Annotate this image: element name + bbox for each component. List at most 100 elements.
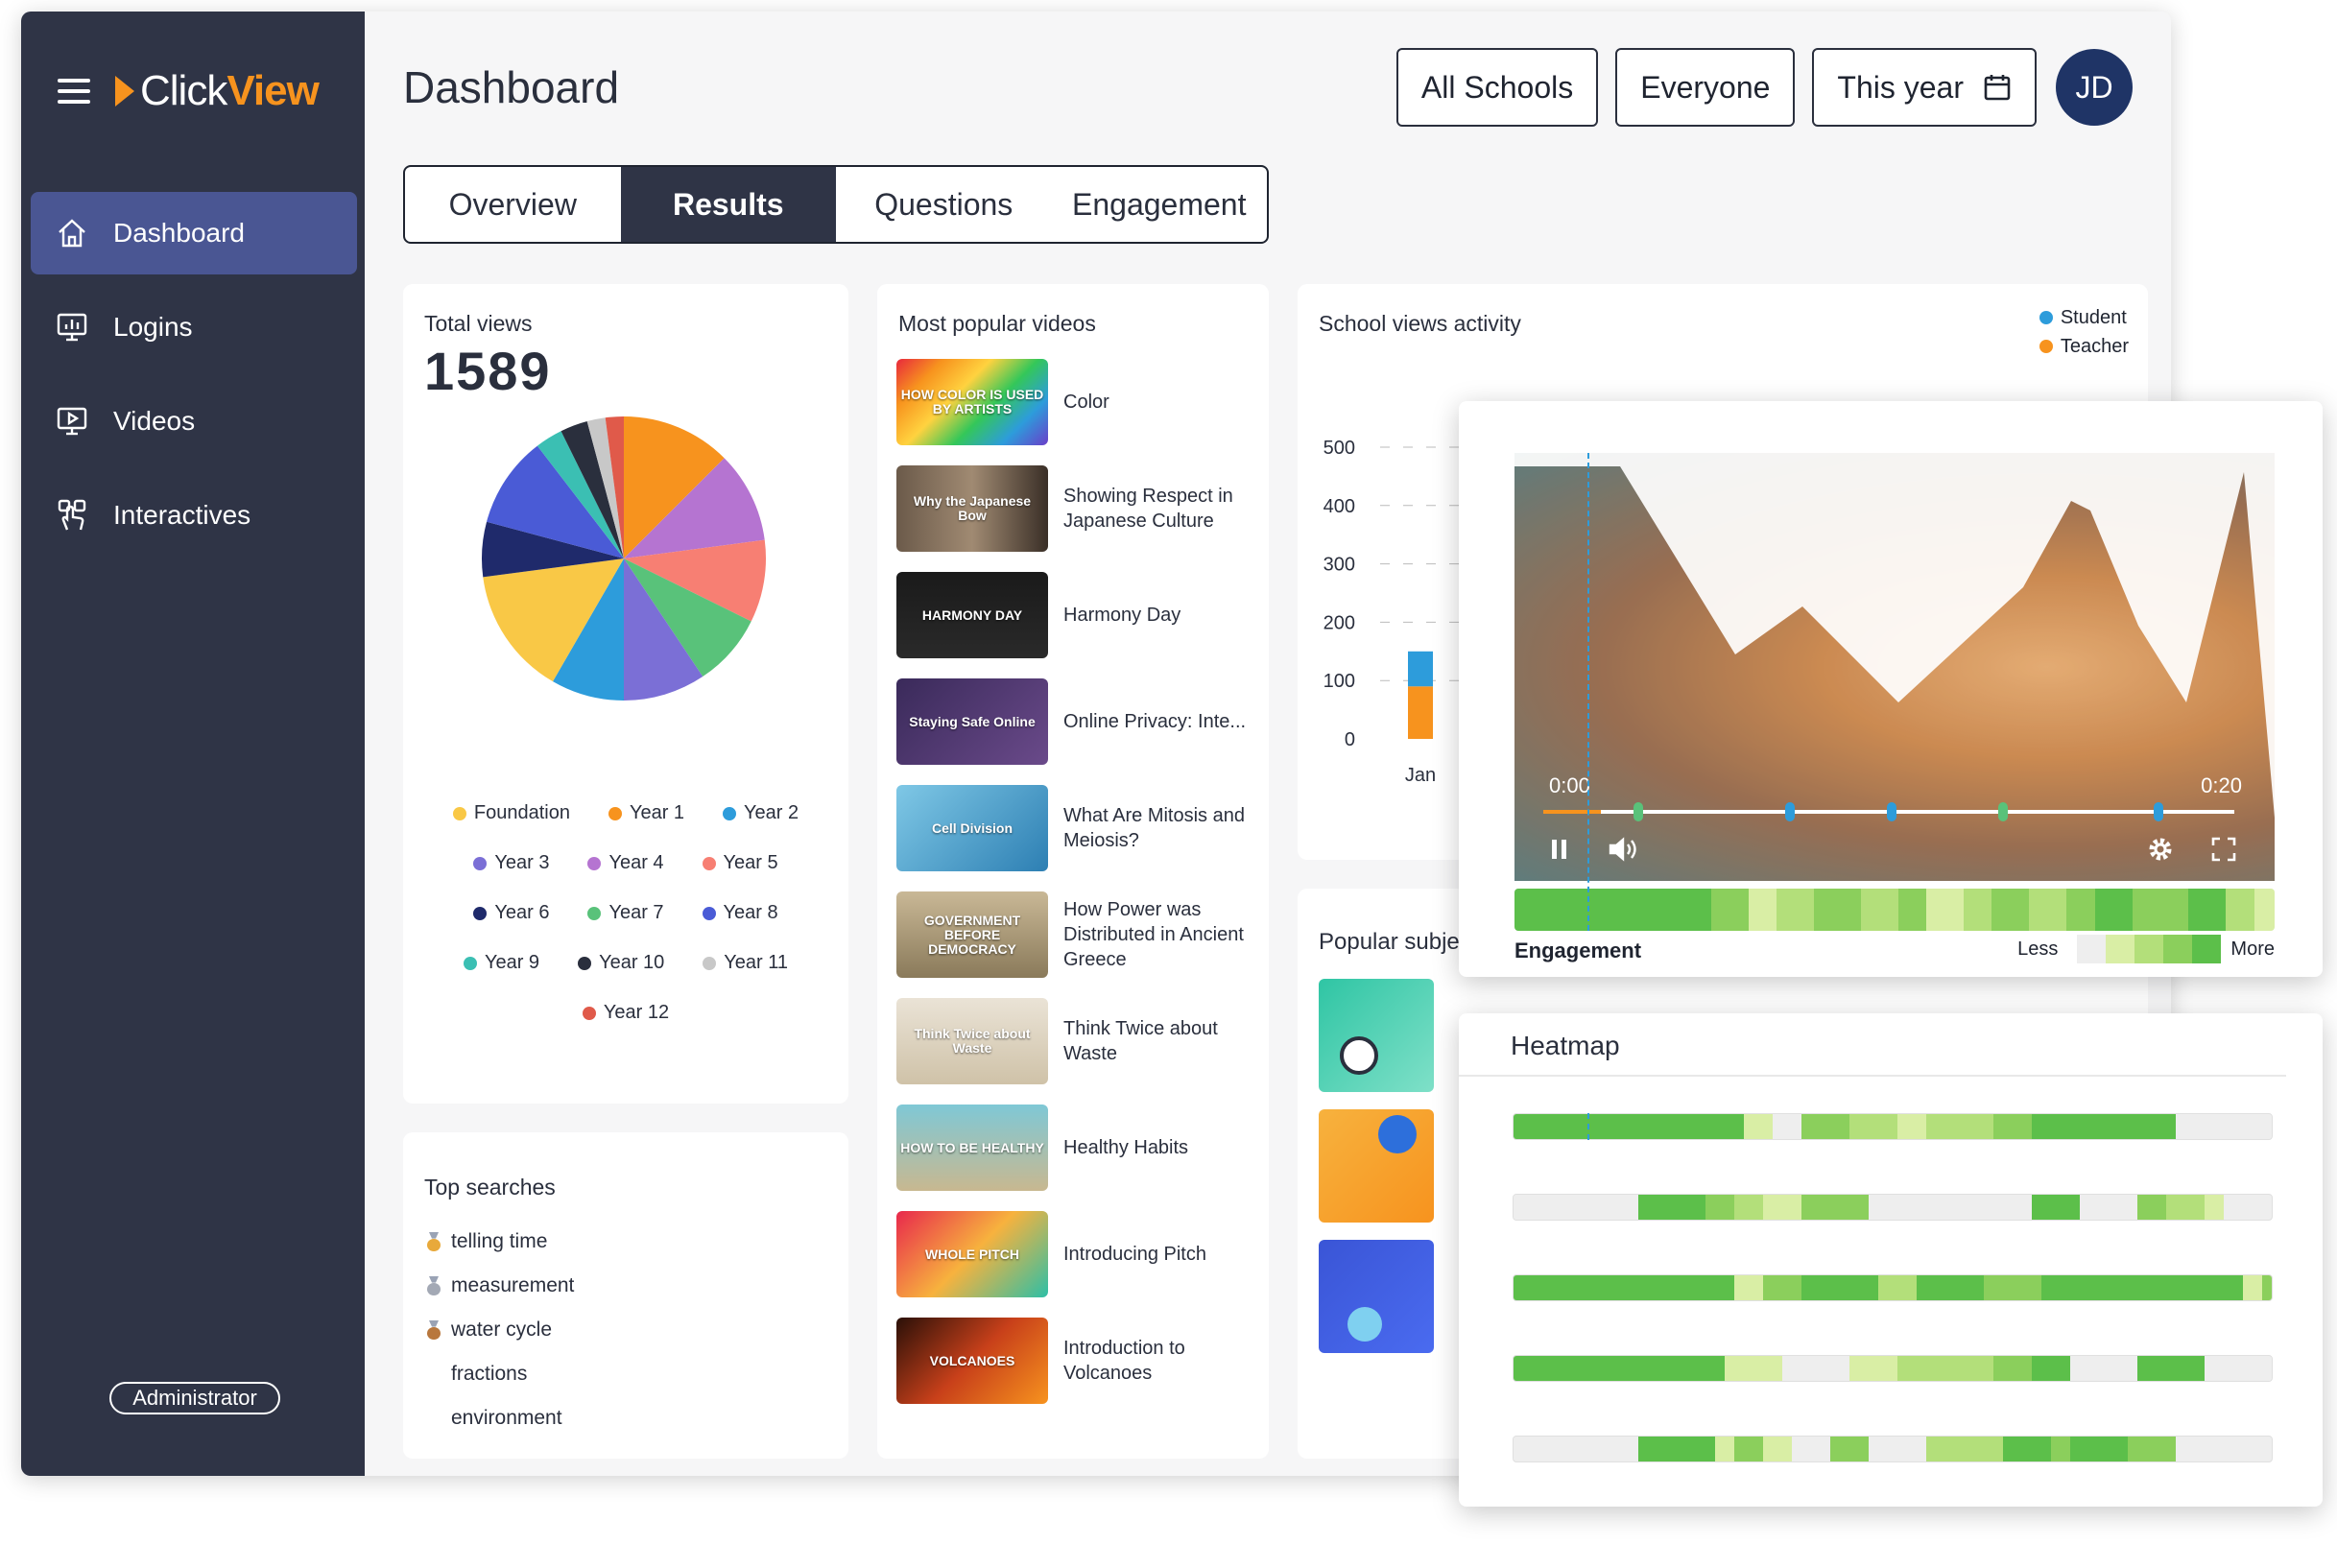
tab-results[interactable]: Results: [620, 167, 836, 242]
progress-marker[interactable]: [1785, 802, 1795, 821]
rocket-icon: [1347, 1307, 1382, 1342]
video-list-item[interactable]: HOW COLOR IS USED BY ARTISTS Color: [896, 359, 1255, 445]
heat-segment: [2051, 1437, 2070, 1461]
popular-videos-card: Most popular videos HOW COLOR IS USED BY…: [877, 284, 1269, 1459]
heatmap-row[interactable]: [1513, 1274, 2273, 1301]
video-thumbnail[interactable]: HOW COLOR IS USED BY ARTISTS: [896, 359, 1048, 445]
heat-segment: [1860, 889, 1898, 931]
video-list-item[interactable]: HARMONY DAY Harmony Day: [896, 572, 1255, 658]
heat-segment: [1849, 1356, 1897, 1381]
video-list-item[interactable]: HOW TO BE HEALTHY Healthy Habits: [896, 1105, 1255, 1191]
video-thumbnail[interactable]: GOVERNMENT BEFORE DEMOCRACY: [896, 891, 1048, 978]
card-title: Total views: [424, 311, 533, 336]
subject-tile[interactable]: [1319, 1109, 1434, 1223]
video-thumbnail[interactable]: Staying Safe Online: [896, 678, 1048, 765]
sidebar-item-videos[interactable]: Videos: [31, 380, 357, 463]
legend-label: Year 9: [484, 952, 540, 973]
heatmap-row[interactable]: [1513, 1436, 2273, 1462]
legend-dot: [463, 956, 477, 970]
school-filter-button[interactable]: All Schools: [1395, 48, 1599, 127]
heat-segment: [1763, 1195, 1801, 1220]
time-start: 0:00: [1549, 773, 1590, 797]
legend-row: Year 3 Year 4 Year 5: [403, 852, 848, 874]
heat-segment: [1926, 889, 1965, 931]
sidebar-item-interactives[interactable]: Interactives: [31, 474, 357, 557]
search-item[interactable]: water cycle: [426, 1319, 552, 1342]
heatmap-row[interactable]: [1513, 1113, 2273, 1140]
video-thumbnail[interactable]: HOW TO BE HEALTHY: [896, 1105, 1048, 1191]
sidebar-item-logins[interactable]: Logins: [31, 286, 357, 368]
thumbnail-caption: HARMONY DAY: [921, 606, 1023, 623]
engagement-bar: [1514, 889, 2275, 931]
legend-item: Year 9: [463, 952, 540, 974]
heat-segment: [1638, 1437, 1715, 1461]
progress-marker[interactable]: [1887, 802, 1896, 821]
video-thumbnail[interactable]: VOLCANOES: [896, 1318, 1048, 1404]
video-title: Color: [1063, 392, 1109, 413]
scale-swatch: [2077, 935, 2107, 963]
video-list-item[interactable]: GOVERNMENT BEFORE DEMOCRACY How Power was…: [896, 891, 1255, 978]
video-frame[interactable]: 0:00 0:20: [1514, 453, 2275, 881]
volume-icon[interactable]: [1609, 837, 1637, 862]
legend-teacher: Teacher: [2039, 332, 2129, 361]
sidebar-item-dashboard[interactable]: Dashboard: [31, 192, 357, 274]
settings-gear-icon[interactable]: [2146, 835, 2175, 864]
total-views-value: 1589: [424, 341, 552, 401]
avatar[interactable]: JD: [2056, 49, 2133, 126]
progress-marker[interactable]: [2154, 802, 2163, 821]
legend-dot: [473, 906, 488, 920]
video-thumbnail[interactable]: HARMONY DAY: [896, 572, 1048, 658]
search-item[interactable]: telling time: [426, 1230, 547, 1253]
legend-label: Teacher: [2060, 336, 2129, 357]
video-title: How Power was Distributed in Ancient Gre…: [1063, 899, 1244, 970]
heat-segment: [1638, 1195, 1705, 1220]
tab-engagement[interactable]: Engagement: [1052, 167, 1268, 242]
video-thumbnail[interactable]: Cell Division: [896, 785, 1048, 871]
heat-segment: [1917, 1275, 1984, 1300]
heatmap-row[interactable]: [1513, 1194, 2273, 1221]
legend-label: Year 7: [608, 902, 664, 923]
bar-teacher[interactable]: [1408, 686, 1433, 739]
heat-segment: [2132, 889, 2189, 931]
pause-icon[interactable]: [1551, 839, 1568, 860]
school-views-legend: Student Teacher: [2039, 303, 2129, 361]
logo-row: Click View: [58, 67, 320, 115]
logo-view-text: View: [227, 67, 319, 114]
legend-dot: [473, 856, 488, 870]
search-item[interactable]: fractions: [426, 1363, 527, 1386]
y-tick-label: 500: [1324, 438, 1355, 459]
y-tick-label: 300: [1324, 555, 1355, 576]
date-filter-button[interactable]: This year: [1812, 48, 2037, 127]
fullscreen-icon[interactable]: [2211, 837, 2236, 862]
progress-marker[interactable]: [1998, 802, 2008, 821]
less-label: Less: [2017, 938, 2059, 960]
legend-label: Year 1: [629, 802, 685, 823]
tab-questions[interactable]: Questions: [836, 167, 1052, 242]
video-list-item[interactable]: Why the Japanese Bow Showing Respect in J…: [896, 465, 1255, 552]
video-title: Introducing Pitch: [1063, 1244, 1206, 1265]
hamburger-menu-icon[interactable]: [58, 79, 90, 104]
subject-tile[interactable]: [1319, 979, 1434, 1092]
video-list-item[interactable]: Think Twice about Waste Think Twice about…: [896, 998, 1255, 1084]
search-item[interactable]: environment: [426, 1407, 562, 1430]
video-thumbnail[interactable]: Why the Japanese Bow: [896, 465, 1048, 552]
search-item[interactable]: measurement: [426, 1274, 574, 1297]
heat-segment: [1993, 1356, 2032, 1381]
subject-tile[interactable]: [1319, 1240, 1434, 1353]
video-list-item[interactable]: WHOLE PITCH Introducing Pitch: [896, 1211, 1255, 1297]
tab-overview[interactable]: Overview: [405, 167, 621, 242]
video-list-item[interactable]: Cell Division What Are Mitosis and Meiosi…: [896, 785, 1255, 871]
video-list-item[interactable]: VOLCANOES Introduction to Volcanoes: [896, 1318, 1255, 1404]
heatmap-row[interactable]: [1513, 1355, 2273, 1382]
legend-row: Year 9 Year 10 Year 11: [403, 952, 848, 974]
video-thumbnail[interactable]: WHOLE PITCH: [896, 1211, 1048, 1297]
video-thumbnail[interactable]: Think Twice about Waste: [896, 998, 1048, 1084]
video-list-item[interactable]: Staying Safe Online Online Privacy: Inte.…: [896, 678, 1255, 765]
bar-student[interactable]: [1408, 651, 1433, 687]
audience-filter-button[interactable]: Everyone: [1615, 48, 1796, 127]
legend-item: Year 3: [473, 852, 549, 874]
heat-segment: [1993, 1114, 2032, 1139]
legend-label: Year 6: [494, 902, 550, 923]
progress-marker[interactable]: [1634, 802, 1643, 821]
heat-segment: [2118, 1275, 2185, 1300]
